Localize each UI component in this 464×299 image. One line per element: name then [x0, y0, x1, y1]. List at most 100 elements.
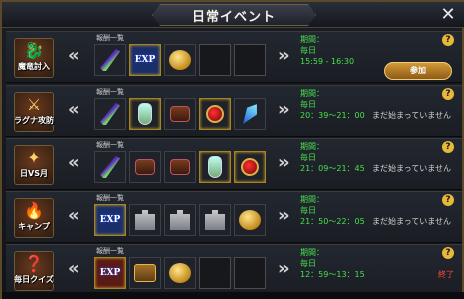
event-window: 日常イベント ✕ 🐉 魔竜討入 報酬一覧 «EXP» 期間： 毎日 15:59 - 16:3…: [0, 0, 464, 299]
reward-slot[interactable]: [164, 98, 196, 130]
schedule-days: 毎日: [300, 46, 316, 55]
reward-slot[interactable]: [199, 204, 231, 236]
event-schedule: 期間： 毎日 21：09～21：45: [300, 141, 365, 174]
reward-slot[interactable]: EXP: [129, 44, 161, 76]
schedule-time: 15:59 - 16:30: [300, 57, 355, 66]
exp-icon: EXP: [99, 215, 121, 225]
puzzle-piece-icon: [170, 210, 190, 230]
reward-slot[interactable]: [164, 257, 196, 289]
window-title: 日常イベント: [191, 10, 276, 25]
rainbow-feather-icon: [100, 156, 120, 178]
event-status: まだ始まっていません: [372, 111, 452, 120]
quiz-icon[interactable]: ❓: [14, 251, 54, 291]
event-schedule: 期間： 毎日 20：39～21：00: [300, 88, 365, 121]
event-row: ✦ 日VS月 報酬一覧 « » 期間： 毎日 21：09～21：45 まだ始まっていません?: [6, 138, 462, 190]
help-icon[interactable]: ?: [442, 88, 454, 100]
scroll-right-chevron-icon[interactable]: »: [278, 205, 290, 226]
help-icon[interactable]: ?: [442, 141, 454, 153]
scroll-left-chevron-icon[interactable]: «: [68, 99, 80, 120]
reward-slot[interactable]: [234, 204, 266, 236]
scroll-left-chevron-icon[interactable]: «: [68, 45, 80, 66]
reward-slot[interactable]: [129, 204, 161, 236]
reward-slot[interactable]: EXP: [94, 204, 126, 236]
empty-reward-slot: [234, 257, 266, 289]
schedule-days: 毎日: [300, 259, 316, 268]
event-name: ラグナ攻防: [14, 116, 54, 125]
help-icon[interactable]: ?: [442, 34, 454, 46]
reward-slot[interactable]: [129, 257, 161, 289]
reward-list-header: 報酬一覧: [96, 247, 124, 255]
castle-icon[interactable]: ⚔: [14, 92, 54, 132]
schedule-time: 20：39～21：00: [300, 111, 365, 120]
scroll-icon: [170, 106, 190, 122]
reward-list-header: 報酬一覧: [96, 34, 124, 42]
reward-slot[interactable]: [164, 151, 196, 183]
empty-reward-slot: [199, 44, 231, 76]
empty-reward-slot: [199, 257, 231, 289]
scroll-right-chevron-icon[interactable]: »: [278, 258, 290, 279]
join-button[interactable]: 参加: [384, 62, 452, 80]
event-row: ❓ 毎日クイズ 報酬一覧 « EXP » 期間： 毎日 12：59～13：15 終了?: [6, 244, 462, 296]
rainbow-feather-icon: [100, 103, 120, 125]
reward-slot[interactable]: [129, 151, 161, 183]
gold-coin-icon: [169, 263, 191, 283]
reward-slot[interactable]: [199, 151, 231, 183]
event-status: まだ始まっていません: [372, 217, 452, 226]
scroll-left-chevron-icon[interactable]: «: [68, 205, 80, 226]
ruby-emblem-icon: [206, 105, 224, 123]
puzzle-piece-icon: [205, 210, 225, 230]
event-name: 日VS月: [20, 169, 48, 178]
campfire-icon[interactable]: 🔥: [14, 198, 54, 238]
gold-coin-icon: [239, 210, 261, 230]
event-name: キャンプ: [18, 222, 50, 231]
period-label: 期間：: [300, 142, 324, 151]
scroll-icon: [135, 159, 155, 175]
scroll-left-chevron-icon[interactable]: «: [68, 152, 80, 173]
event-row: ⚔ ラグナ攻防 報酬一覧 « » 期間： 毎日 20：39～21：00 まだ始まっていません?: [6, 85, 462, 137]
schedule-time: 21：50～22：05: [300, 217, 365, 226]
treasure-chest-icon: [134, 264, 156, 282]
reward-slot[interactable]: [164, 204, 196, 236]
help-icon[interactable]: ?: [442, 247, 454, 259]
gold-coin-icon: [169, 50, 191, 70]
dragon-icon[interactable]: 🐉: [14, 38, 54, 78]
schedule-time: 21：09～21：45: [300, 164, 365, 173]
exp-icon: EXP: [99, 268, 121, 278]
close-button[interactable]: ✕: [438, 5, 458, 25]
schedule-days: 毎日: [300, 153, 316, 162]
scroll-left-chevron-icon[interactable]: «: [68, 258, 80, 279]
reward-slot[interactable]: [94, 151, 126, 183]
period-label: 期間：: [300, 35, 324, 44]
scroll-right-chevron-icon[interactable]: »: [278, 99, 290, 120]
potion-icon: [208, 156, 222, 178]
empty-reward-slot: [234, 44, 266, 76]
reward-slot[interactable]: [129, 98, 161, 130]
reward-slot[interactable]: [234, 151, 266, 183]
event-row: 🔥 キャンプ 報酬一覧 « EXP » 期間： 毎日 21：50～22：05 まだ始まっていません…: [6, 191, 462, 243]
schedule-days: 毎日: [300, 206, 316, 215]
reward-slot[interactable]: [94, 98, 126, 130]
puzzle-piece-icon: [135, 210, 155, 230]
event-schedule: 期間： 毎日 15:59 - 16:30: [300, 34, 354, 67]
reward-list-header: 報酬一覧: [96, 194, 124, 202]
reward-slot[interactable]: [234, 98, 266, 130]
reward-list-header: 報酬一覧: [96, 88, 124, 96]
event-status: 終了: [438, 270, 454, 279]
scroll-icon: [170, 159, 190, 175]
schedule-time: 12：59～13：15: [300, 270, 365, 279]
help-icon[interactable]: ?: [442, 194, 454, 206]
reward-slot[interactable]: EXP: [94, 257, 126, 289]
exp-icon: EXP: [134, 55, 156, 65]
scroll-right-chevron-icon[interactable]: »: [278, 45, 290, 66]
schedule-days: 毎日: [300, 100, 316, 109]
event-name: 毎日クイズ: [14, 275, 54, 284]
reward-slot[interactable]: [199, 98, 231, 130]
reward-slot[interactable]: [164, 44, 196, 76]
event-row: 🐉 魔竜討入 報酬一覧 « EXP » 期間： 毎日 15:59 - 16:30 参加?: [6, 31, 462, 83]
event-schedule: 期間： 毎日 12：59～13：15: [300, 247, 365, 280]
scroll-right-chevron-icon[interactable]: »: [278, 152, 290, 173]
potion-icon: [138, 103, 152, 125]
reward-slot[interactable]: [94, 44, 126, 76]
blue-crystal-icon: [238, 101, 262, 128]
crest-icon[interactable]: ✦: [14, 145, 54, 185]
